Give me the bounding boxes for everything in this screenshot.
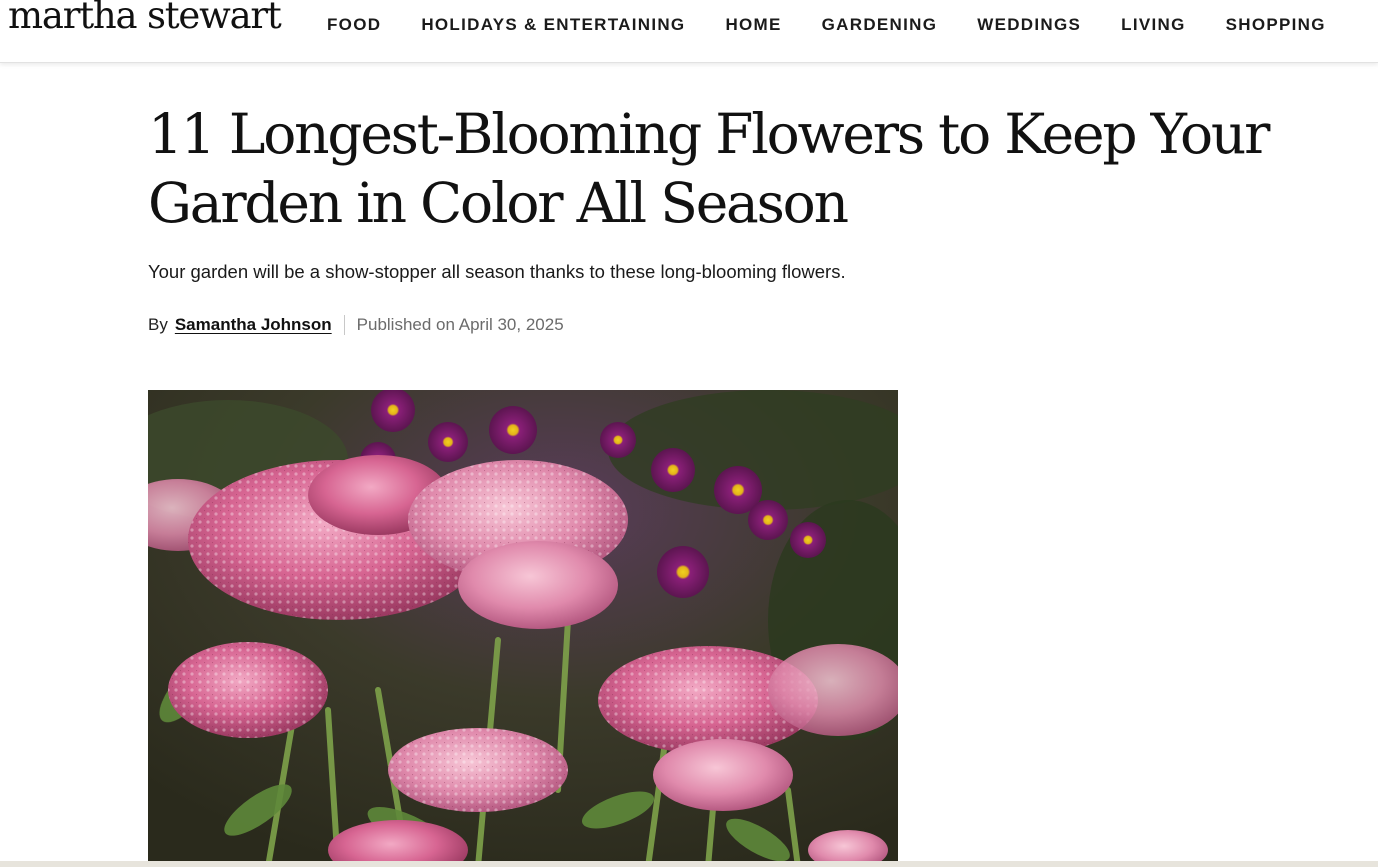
main-nav: FOOD HOLIDAYS & ENTERTAINING HOME GARDEN… <box>327 15 1326 37</box>
site-logo[interactable]: martha stewart <box>8 0 282 37</box>
hero-flowers-illustration <box>148 390 898 867</box>
publish-date: Published on April 30, 2025 <box>356 315 564 334</box>
nav-item-living[interactable]: LIVING <box>1121 15 1185 37</box>
nav-item-food[interactable]: FOOD <box>327 15 381 37</box>
hero-image <box>148 390 898 867</box>
nav-item-weddings[interactable]: WEDDINGS <box>977 15 1081 37</box>
article-dek: Your garden will be a show-stopper all s… <box>148 261 846 282</box>
byline-prefix: By <box>148 315 168 334</box>
byline-divider <box>343 315 345 335</box>
nav-item-home[interactable]: HOME <box>725 15 781 37</box>
nav-item-holidays-entertaining[interactable]: HOLIDAYS & ENTERTAINING <box>421 15 685 37</box>
byline: By Samantha Johnson Published on April 3… <box>148 314 564 336</box>
site-header: martha stewart FOOD HOLIDAYS & ENTERTAIN… <box>0 0 1378 63</box>
article-title: 11 Longest-Blooming Flowers to Keep Your… <box>148 102 1270 235</box>
nav-item-shopping[interactable]: SHOPPING <box>1226 15 1326 37</box>
bottom-scroll-strip <box>0 861 1378 867</box>
nav-item-gardening[interactable]: GARDENING <box>822 15 938 37</box>
author-link[interactable]: Samantha Johnson <box>175 315 332 335</box>
